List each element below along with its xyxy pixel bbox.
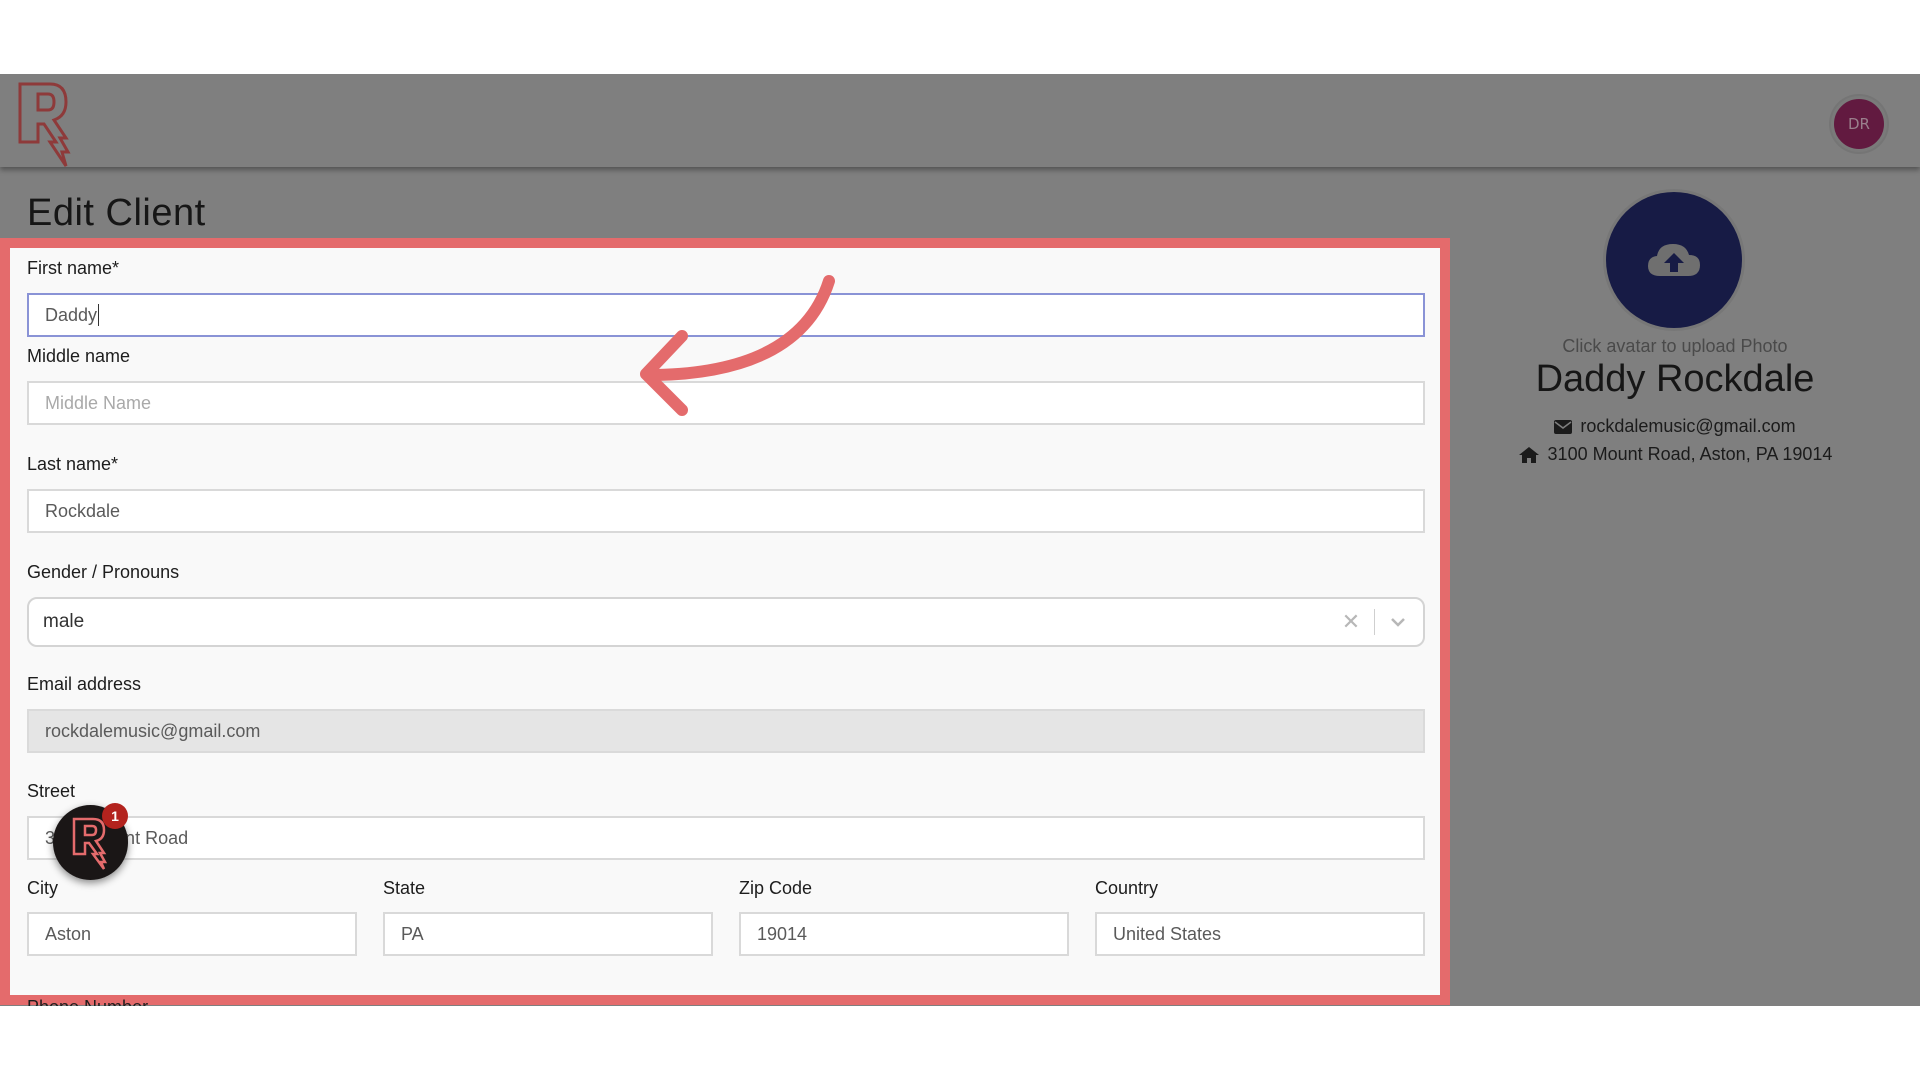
last-name-label: Last name* [27, 454, 119, 474]
first-name-value: Daddy [45, 304, 98, 325]
country-input[interactable]: United States [1095, 912, 1425, 956]
gender-label: Gender / Pronouns [27, 562, 180, 582]
street-input[interactable]: 3100 Mount Road [27, 816, 1425, 860]
state-input[interactable]: PA [383, 912, 713, 956]
street-label: Street [27, 781, 76, 801]
rockdale-logo-icon[interactable] [16, 80, 76, 168]
client-address: 3100 Mount Road, Aston, PA 19014 [1547, 444, 1833, 464]
first-name-label: First name* [27, 258, 120, 278]
upload-avatar-button[interactable] [1606, 192, 1742, 328]
last-name-value: Rockdale [45, 500, 121, 521]
country-label: Country [1095, 878, 1159, 898]
client-address-line: 3100 Mount Road, Aston, PA 19014 [1480, 444, 1870, 465]
middle-name-input[interactable]: Middle Name [27, 381, 1425, 425]
zip-label: Zip Code [739, 878, 813, 898]
home-icon [1518, 446, 1539, 463]
email-value: rockdalemusic@gmail.com [45, 720, 261, 741]
user-avatar[interactable]: DR [1831, 96, 1887, 152]
state-value: PA [401, 923, 424, 944]
text-cursor [98, 304, 100, 326]
middle-name-label: Middle name [27, 346, 131, 366]
upload-caption: Click avatar to upload Photo [1562, 336, 1788, 356]
client-email-line: rockdalemusic@gmail.com [1480, 416, 1870, 437]
select-separator [1374, 609, 1375, 635]
client-email: rockdalemusic@gmail.com [1580, 416, 1796, 436]
gender-select[interactable]: male ✕ [27, 597, 1425, 647]
cloud-upload-icon [1648, 244, 1700, 276]
user-initials: DR [1848, 115, 1870, 133]
city-value: Aston [45, 923, 92, 944]
zip-value: 19014 [757, 923, 808, 944]
gender-value: male [43, 611, 85, 632]
page-title: Edit Client [27, 192, 206, 234]
chevron-down-icon[interactable] [1387, 611, 1409, 633]
email-label: Email address [27, 674, 142, 694]
envelope-icon [1554, 419, 1573, 434]
client-name: Daddy Rockdale [1535, 358, 1815, 400]
city-label: City [27, 878, 58, 898]
state-label: State [383, 878, 426, 898]
last-name-input[interactable]: Rockdale [27, 489, 1425, 533]
city-input[interactable]: Aston [27, 912, 357, 956]
first-name-input[interactable]: Daddy [27, 293, 1425, 337]
email-input: rockdalemusic@gmail.com [27, 709, 1425, 753]
top-blank-band [0, 0, 1920, 74]
middle-name-placeholder: Middle Name [45, 392, 152, 413]
clear-icon[interactable]: ✕ [1336, 609, 1366, 635]
country-value: United States [1113, 923, 1222, 944]
zip-input[interactable]: 19014 [739, 912, 1069, 956]
app-header: DR [0, 74, 1920, 167]
phone-number-label-partial: Phone Number [27, 997, 148, 1006]
client-form-panel: First name* Daddy Middle name Middle Nam… [0, 238, 1450, 1005]
app-viewport: DR Edit Client First name* Daddy Middle … [0, 74, 1920, 1006]
notification-badge: 1 [102, 803, 128, 829]
